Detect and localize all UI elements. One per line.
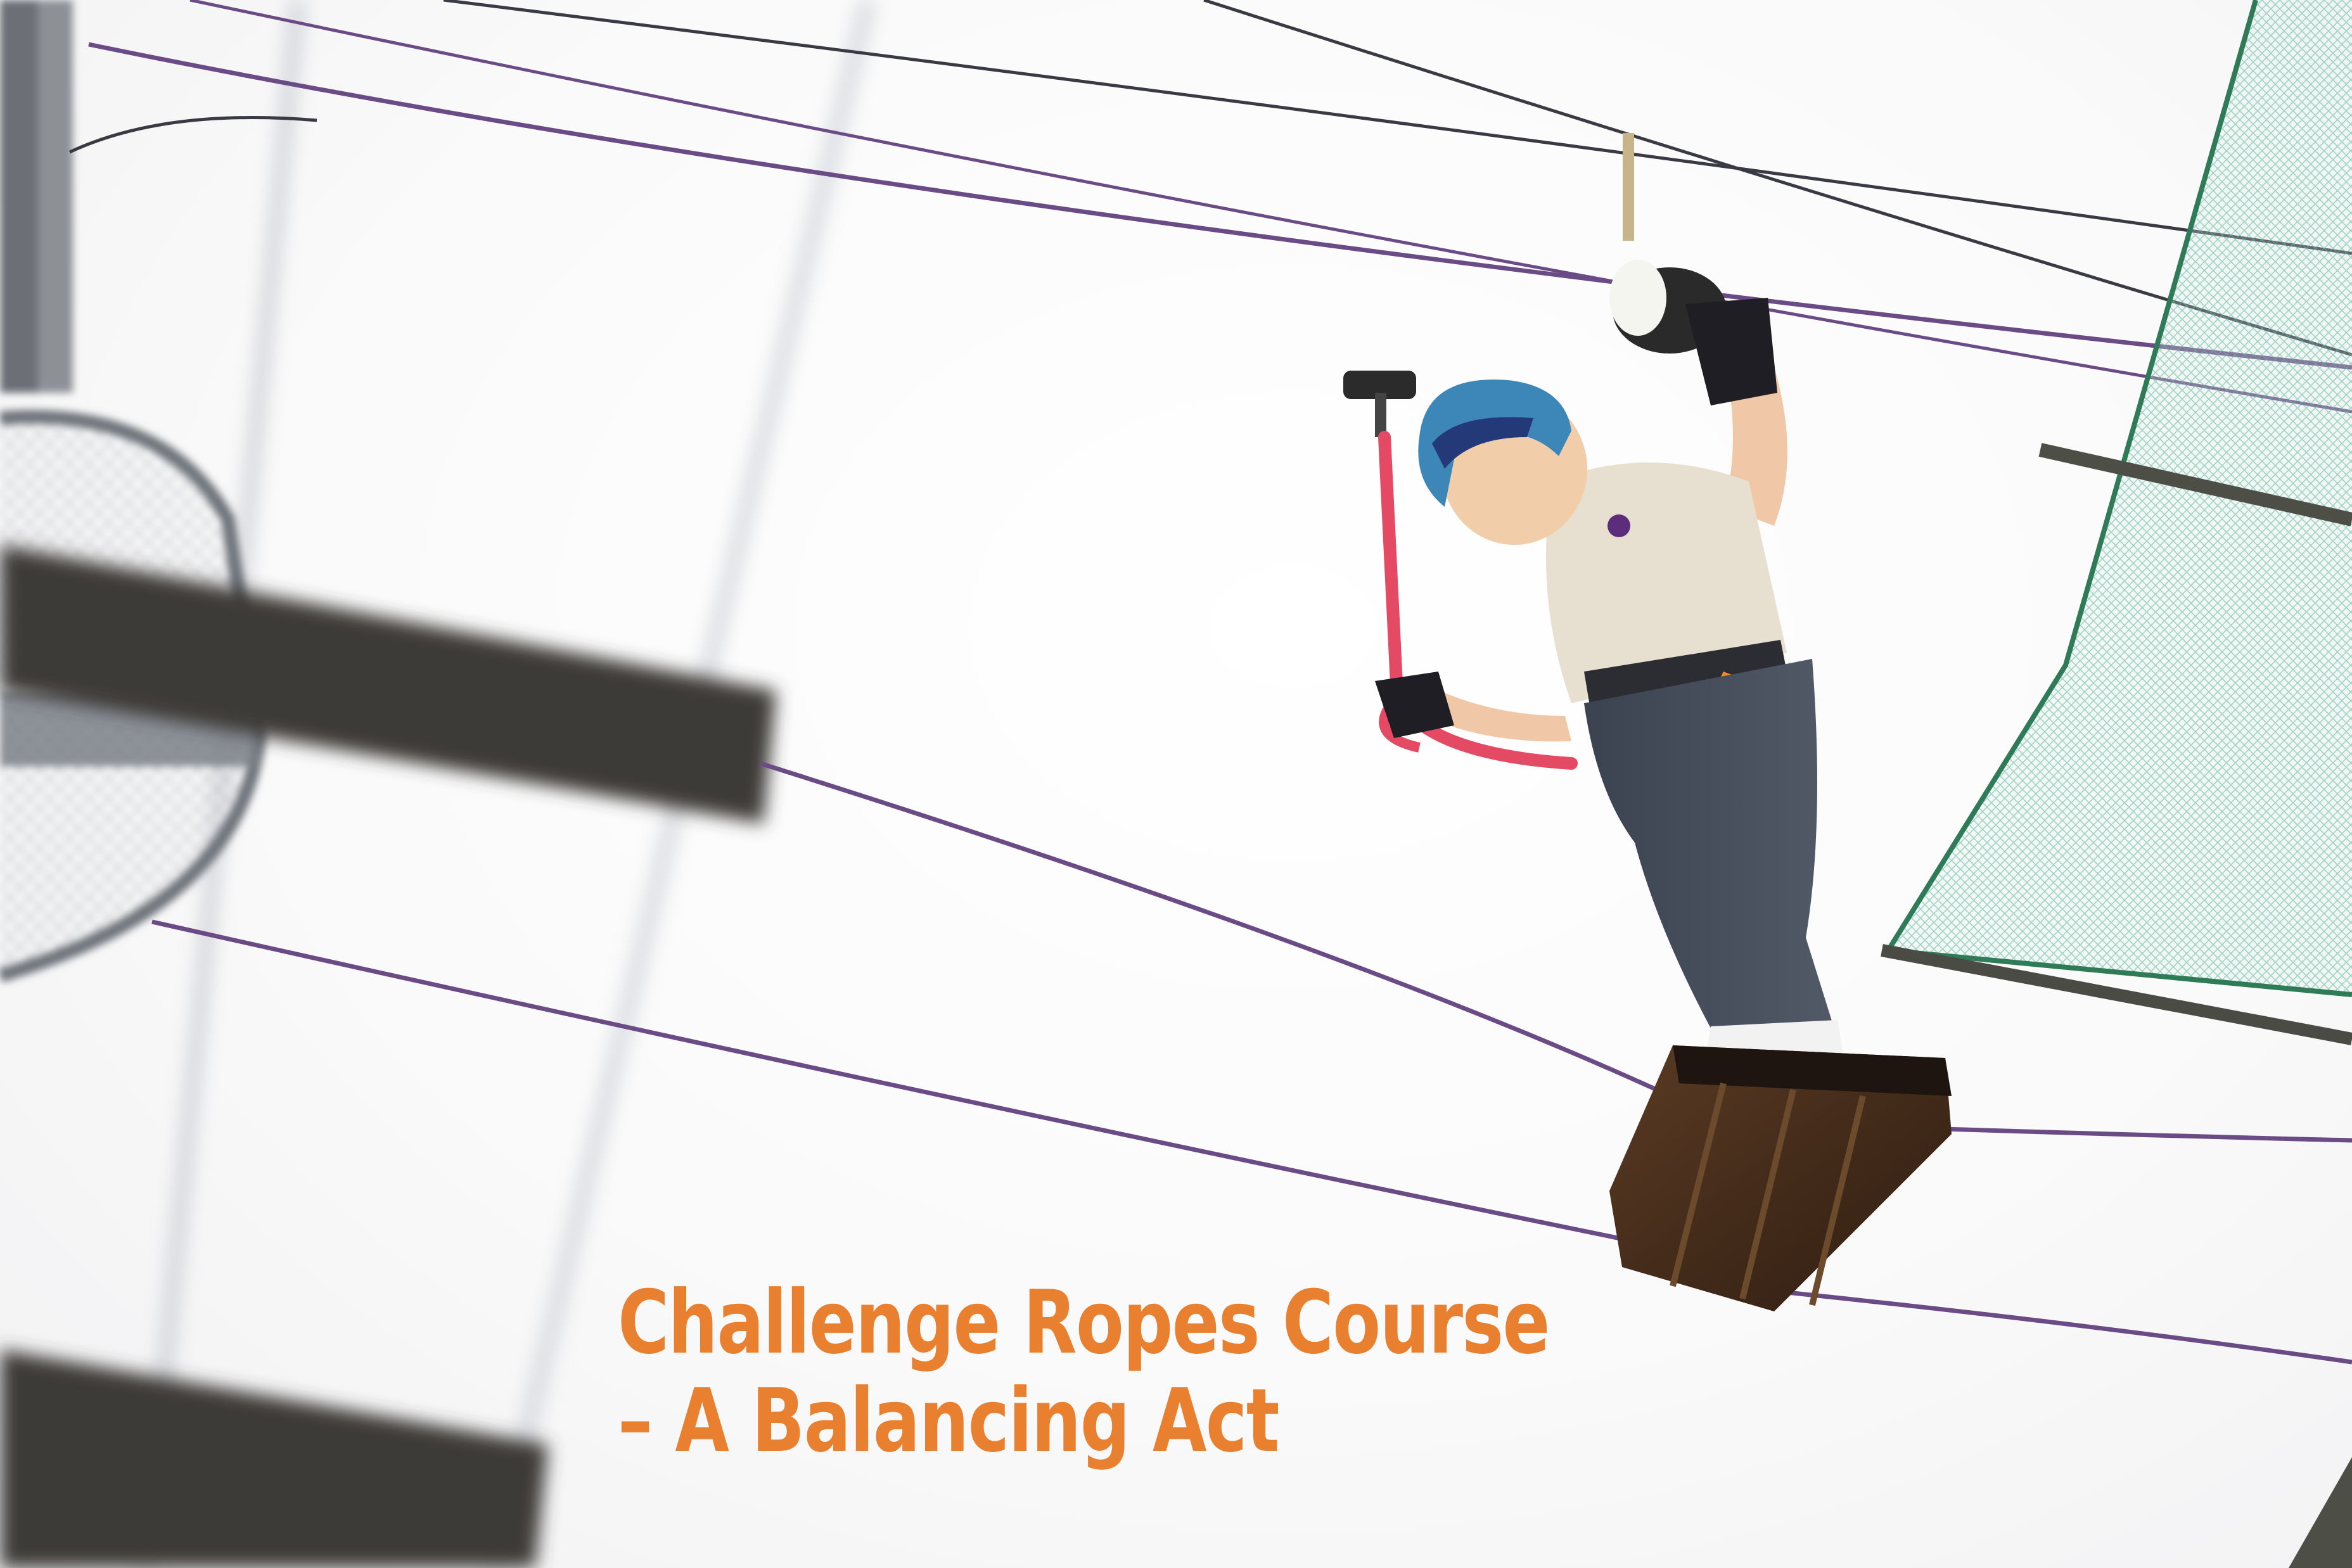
- caption-line-1: Challenge Ropes Course: [618, 1272, 1550, 1374]
- caption-line-2: – A Balancing Act: [618, 1370, 1280, 1472]
- balance-platform: [1609, 1045, 1952, 1311]
- child-figure: [1375, 298, 1844, 1064]
- left-pole: [0, 0, 73, 393]
- photo-scene: Challenge Ropes Course – A Balancing Act: [0, 0, 2352, 1568]
- dark-cables: [68, 0, 2352, 357]
- caption-title: Challenge Ropes Course – A Balancing Act: [618, 1272, 1550, 1472]
- pulley: [1343, 371, 1416, 437]
